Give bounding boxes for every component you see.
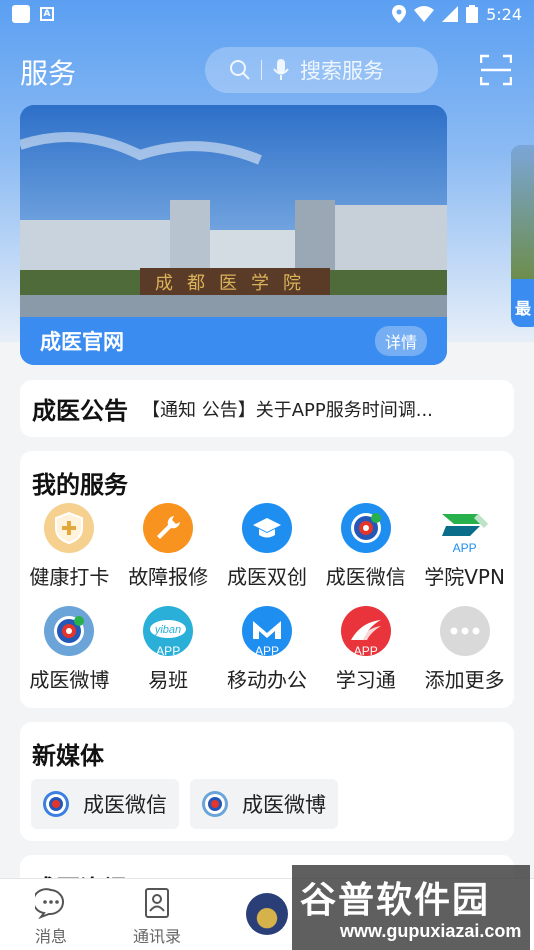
notification-a-icon: A — [40, 7, 54, 21]
status-bar: A 5:24 — [0, 0, 534, 28]
nav-label: 通讯录 — [133, 927, 182, 946]
notification-square-icon — [12, 5, 30, 23]
service-label: 故障报修 — [128, 565, 209, 589]
app-tag: APP — [353, 644, 378, 658]
service-wechat[interactable]: 成医微信 — [316, 503, 415, 590]
app-tag: APP — [254, 644, 279, 658]
banner-footer: 成医官网 详情 — [20, 317, 447, 365]
contacts-book-icon — [145, 888, 169, 918]
service-label: 易班 — [148, 668, 189, 692]
service-label: 成医微信 — [325, 565, 406, 589]
header: 服务 搜索服务 — [0, 44, 534, 96]
notice-card[interactable]: 成医公告 【通知 公告】关于APP服务时间调... — [20, 380, 514, 437]
signal-icon — [442, 6, 459, 22]
service-label: 成医双创 — [226, 565, 307, 589]
service-mobile-office[interactable]: APP 移动办公 — [218, 606, 317, 693]
shield-plus-icon — [44, 503, 95, 553]
graduation-cap-icon — [241, 503, 292, 553]
xuexitong-app-icon: APP — [340, 606, 391, 658]
status-time: 5:24 — [486, 4, 522, 24]
watermark-url: www.gupuxiazai.com — [340, 921, 522, 941]
search-divider — [261, 60, 262, 80]
school-logo-icon — [340, 503, 391, 553]
service-label: 添加更多 — [424, 668, 505, 692]
new-media-title: 新媒体 — [32, 742, 104, 770]
service-vpn[interactable]: APP 学院VPN — [415, 503, 514, 590]
page-title: 服务 — [20, 57, 77, 90]
banner-next-card[interactable]: 最 — [511, 145, 534, 327]
location-icon — [392, 5, 407, 23]
app-tag: APP — [452, 541, 477, 555]
service-innovation[interactable]: 成医双创 — [218, 503, 317, 590]
scan-icon[interactable] — [480, 54, 512, 86]
vpn-app-icon: APP — [440, 503, 490, 555]
service-weibo[interactable]: 成医微博 — [20, 606, 119, 693]
school-logo-icon — [202, 791, 228, 817]
school-logo-icon — [44, 606, 95, 656]
media-chip-label: 成医微博 — [242, 793, 326, 817]
yiban-logo-text: yiban — [154, 624, 181, 636]
service-health-checkin[interactable]: 健康打卡 — [20, 503, 119, 590]
chat-bubble-icon — [35, 888, 64, 919]
banner-title: 成医官网 — [40, 330, 124, 354]
banner-details-button[interactable]: 详情 — [374, 326, 427, 356]
media-chip-wechat[interactable]: 成医微信 — [31, 779, 179, 829]
service-label: 健康打卡 — [29, 565, 110, 589]
microphone-icon[interactable] — [272, 58, 290, 82]
service-label: 移动办公 — [226, 668, 307, 692]
service-xuexitong[interactable]: APP 学习通 — [316, 606, 415, 693]
notice-text[interactable]: 【通知 公告】关于APP服务时间调... — [142, 396, 482, 422]
my-services-card: 我的服务 健康打卡 故障报修 成医双创 成医微信 APP 学院VPN 成医微博 … — [20, 451, 514, 708]
nav-messages[interactable]: 消息 — [35, 887, 67, 947]
app-tag: APP — [156, 644, 181, 658]
more-dots-icon — [439, 606, 490, 656]
m-app-icon: APP — [241, 606, 292, 658]
media-chip-label: 成医微信 — [83, 793, 167, 817]
campus-photo: 成都医学院 — [20, 105, 447, 317]
service-add-more[interactable]: 添加更多 — [415, 606, 514, 693]
service-label: 成医微博 — [29, 668, 110, 692]
my-services-title: 我的服务 — [32, 471, 128, 499]
new-media-row: 成医微信 成医微博 — [31, 779, 338, 829]
school-logo-icon — [43, 791, 69, 817]
search-icon — [230, 60, 250, 80]
nav-contacts[interactable]: 通讯录 — [133, 887, 181, 947]
yiban-app-icon: yiban APP — [143, 606, 194, 658]
watermark-text: 谷普软件园 — [300, 880, 491, 921]
service-label: 学院VPN — [424, 565, 505, 589]
banner-sign-text: 成都医学院 — [155, 273, 315, 294]
wrench-icon — [143, 503, 194, 553]
watermark: 谷普软件园 www.gupuxiazai.com — [292, 865, 530, 950]
notice-label: 成医公告 — [32, 397, 128, 425]
services-grid: 健康打卡 故障报修 成医双创 成医微信 APP 学院VPN 成医微博 yiban… — [20, 503, 514, 693]
battery-icon — [466, 5, 479, 23]
search-placeholder: 搜索服务 — [300, 59, 384, 83]
search-input[interactable]: 搜索服务 — [205, 47, 438, 93]
new-media-card: 新媒体 成医微信 成医微博 — [20, 722, 514, 841]
service-label: 学习通 — [335, 668, 396, 692]
banner-card[interactable]: 成都医学院 成医官网 详情 — [20, 105, 447, 365]
home-logo-button[interactable] — [246, 893, 288, 935]
nav-label: 消息 — [35, 927, 68, 946]
service-yiban[interactable]: yiban APP 易班 — [119, 606, 218, 693]
service-repair[interactable]: 故障报修 — [119, 503, 218, 590]
banner-next-title: 最 — [515, 299, 532, 318]
wifi-icon — [414, 6, 435, 22]
media-chip-weibo[interactable]: 成医微博 — [190, 779, 338, 829]
